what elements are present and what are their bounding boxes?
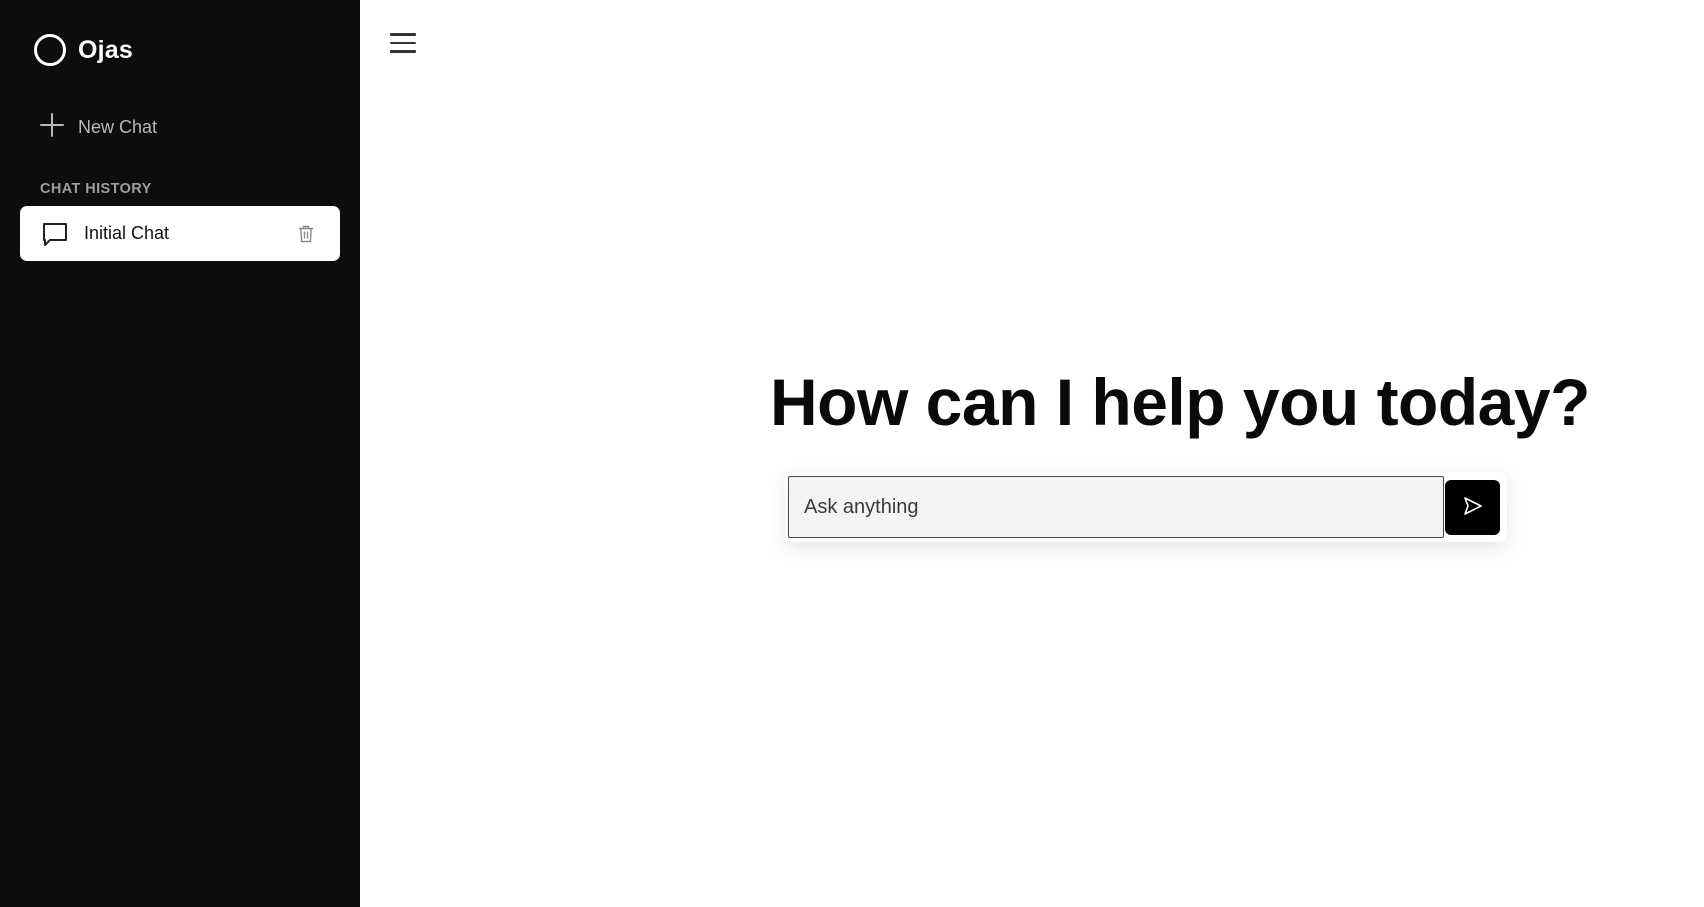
hero-title: How can I help you today?: [770, 365, 1590, 439]
chat-history-heading: CHAT HISTORY: [40, 181, 152, 197]
new-chat-button[interactable]: New Chat: [40, 113, 157, 142]
send-arrow-icon: [1462, 495, 1484, 520]
chat-bubble-icon: [42, 221, 68, 247]
main-area: How can I help you today?: [360, 0, 1704, 907]
brand[interactable]: Ojas: [34, 34, 133, 66]
app-root: Ojas New Chat CHAT HISTORY Initial Chat: [0, 0, 1704, 907]
send-button[interactable]: [1445, 479, 1500, 535]
new-chat-label: New Chat: [78, 117, 158, 137]
sidebar: Ojas New Chat CHAT HISTORY Initial Chat: [0, 0, 360, 907]
brand-name: Ojas: [78, 35, 133, 64]
circle-logo-icon: [34, 34, 66, 66]
history-item-initial-chat[interactable]: Initial Chat: [20, 206, 340, 261]
chat-input[interactable]: [788, 476, 1444, 538]
plus-icon: [40, 113, 64, 142]
trash-icon[interactable]: [298, 225, 314, 243]
hamburger-menu-icon[interactable]: [390, 30, 416, 56]
chat-composer: [785, 472, 1507, 542]
history-item-label: Initial Chat: [84, 223, 170, 243]
